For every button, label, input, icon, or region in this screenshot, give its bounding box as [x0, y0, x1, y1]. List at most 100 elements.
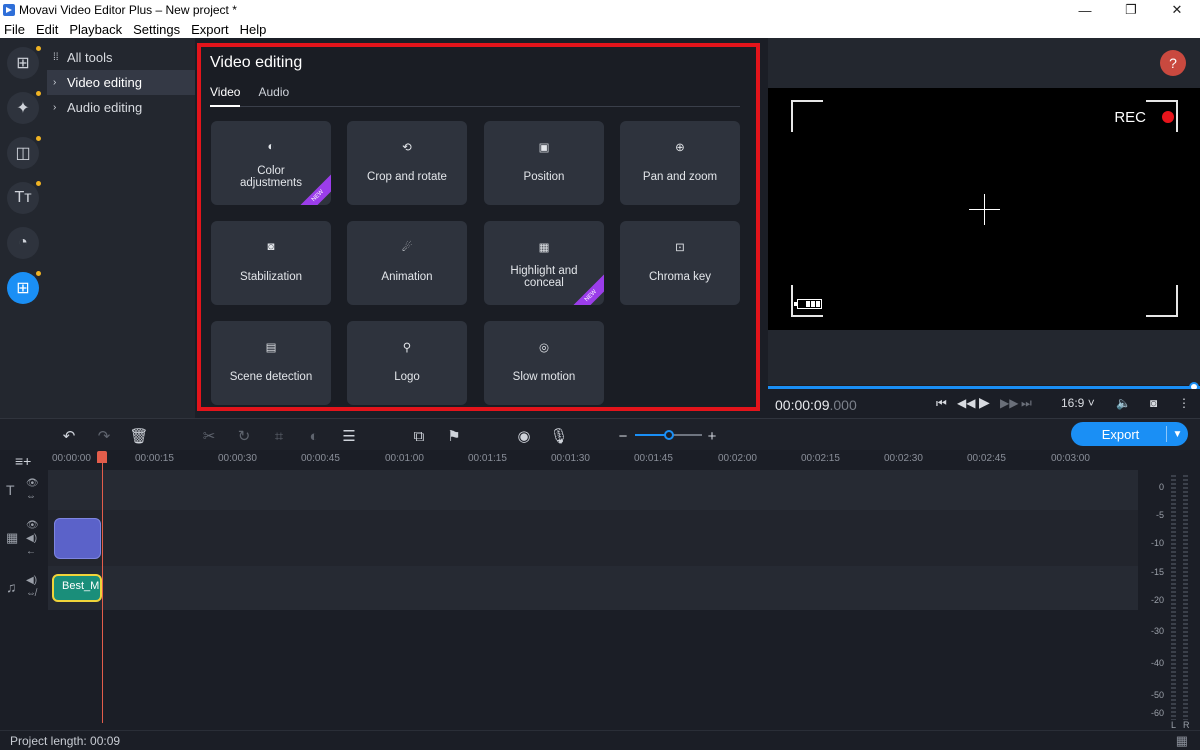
webcam-icon[interactable]: ◉ — [515, 427, 533, 445]
tile-logo[interactable]: ⚲ Logo — [347, 321, 467, 405]
clip-properties-icon[interactable]: ☰ — [340, 427, 358, 445]
close-button[interactable]: ✕ — [1154, 0, 1200, 20]
rail-filters-button[interactable]: ✦ — [7, 91, 41, 124]
zoom-out-button[interactable]: − — [614, 427, 632, 445]
go-to-start-icon[interactable]: ⏮ — [936, 396, 947, 411]
empty-timeline-area[interactable] — [48, 610, 1138, 730]
maximize-button[interactable]: ❐ — [1108, 0, 1154, 20]
meter-level: -15 — [1150, 567, 1164, 577]
marker-flag-icon[interactable]: ⚑ — [445, 427, 463, 445]
rec-dot-icon — [1162, 111, 1174, 123]
cut-icon[interactable]: ✂ — [200, 427, 218, 445]
viewfinder-corner — [791, 100, 823, 132]
chevron-down-icon[interactable]: ▼ — [1166, 426, 1188, 442]
video-track-header: ▦ 👁 ◀) ← — [0, 510, 48, 566]
minimize-button[interactable]: — — [1062, 0, 1108, 20]
category-audio-editing[interactable]: › Audio editing — [47, 95, 195, 120]
tile-position[interactable]: ▣ Position — [484, 121, 604, 205]
tile-chroma-key[interactable]: ⊡ Chroma key — [620, 221, 740, 305]
meter-level: -40 — [1150, 658, 1164, 668]
crop-icon[interactable]: ⌗ — [270, 427, 288, 445]
category-label: Audio editing — [67, 100, 143, 115]
rotate-icon[interactable]: ↻ — [235, 427, 253, 445]
project-length: Project length: 00:09 — [10, 733, 121, 748]
preview-header: ? — [768, 38, 1200, 88]
tile-crop-rotate[interactable]: ⟲ Crop and rotate — [347, 121, 467, 205]
rail-titles-button[interactable]: Tт — [7, 181, 41, 214]
meter-right-bar — [1183, 475, 1188, 720]
rail-import-button[interactable]: ⊞ — [7, 46, 41, 79]
arrow-left-icon[interactable]: ← — [26, 546, 36, 557]
unlink-icon[interactable]: ⇎ — [26, 588, 36, 599]
video-clip[interactable] — [54, 518, 101, 559]
tile-stabilization[interactable]: ◙ Stabilization — [211, 221, 331, 305]
color-adjust-icon[interactable]: ◐ — [305, 427, 323, 445]
ruler-tick-label: 00:02:00 — [718, 453, 757, 464]
rail-stickers-button[interactable]: ◔ — [7, 227, 39, 259]
aspect-ratio-dropdown[interactable]: 16:9 ˅ — [1061, 396, 1095, 410]
add-track-icon[interactable]: ≡+ — [15, 453, 31, 469]
title-track[interactable] — [48, 470, 1138, 510]
menu-playback[interactable]: Playback — [69, 22, 122, 37]
ruler-tick-label: 00:02:30 — [884, 453, 923, 464]
category-all-tools[interactable]: ⁞⁞ All tools — [47, 45, 195, 70]
ruler-tick-label: 00:00:45 — [301, 453, 340, 464]
playhead-handle[interactable] — [97, 451, 107, 463]
export-button[interactable]: Export ▼ — [1071, 422, 1188, 446]
meter-level: -30 — [1150, 626, 1164, 636]
undo-icon[interactable]: ↶ — [60, 427, 78, 445]
volume-icon[interactable]: ◀) — [26, 575, 37, 586]
menu-export[interactable]: Export — [191, 22, 229, 37]
ruler-tick-label: 00:02:45 — [967, 453, 1006, 464]
ruler-tick-label: 00:02:15 — [801, 453, 840, 464]
tile-highlight-conceal[interactable]: ▦ Highlight and conceal NEW — [484, 221, 604, 305]
microphone-icon[interactable]: 🎙 — [549, 427, 568, 445]
tile-scene-detection[interactable]: ▤ Scene detection — [211, 321, 331, 405]
audio-clip[interactable]: Best_M — [52, 574, 102, 602]
video-track-icon: ▦ — [6, 530, 19, 545]
volume-icon[interactable]: ◀) — [26, 533, 37, 544]
menu-file[interactable]: File — [4, 22, 25, 37]
menu-help[interactable]: Help — [240, 22, 267, 37]
overlay-icon[interactable]: ⧉ — [410, 427, 428, 445]
delete-icon[interactable]: 🗑 — [129, 427, 148, 445]
tile-label: Slow motion — [512, 371, 576, 383]
timeline-ruler[interactable]: 00:00:00 00:00:15 00:00:30 00:00:45 00:0… — [48, 450, 1138, 470]
notification-dot — [36, 91, 41, 96]
title-bar: Movavi Video Editor Plus – New project *… — [0, 0, 1200, 20]
menu-edit[interactable]: Edit — [36, 22, 58, 37]
tile-pan-zoom[interactable]: ⊕ Pan and zoom — [620, 121, 740, 205]
tab-audio[interactable]: Audio — [258, 85, 289, 107]
go-to-end-icon[interactable]: ⏭ — [1021, 396, 1032, 411]
more-options-icon[interactable]: ⋮ — [1178, 396, 1190, 410]
tab-video[interactable]: Video — [210, 85, 241, 107]
link-icon[interactable]: ⇔ — [26, 491, 36, 502]
menu-settings[interactable]: Settings — [133, 22, 180, 37]
ruler-tick-label: 00:00:30 — [218, 453, 257, 464]
audio-track[interactable] — [48, 566, 1138, 610]
zoom-slider-handle[interactable] — [664, 430, 674, 440]
volume-icon[interactable]: 🔈 — [1116, 396, 1131, 410]
snapshot-icon[interactable]: ◙ — [1150, 396, 1157, 410]
tile-animation[interactable]: ☄ Animation — [347, 221, 467, 305]
next-frame-icon[interactable]: ▶▶ — [1000, 396, 1018, 410]
grid-view-icon[interactable]: ▦ — [1176, 733, 1188, 749]
tile-label: Animation — [381, 271, 433, 283]
rail-transitions-button[interactable]: ◫ — [7, 136, 41, 169]
zoom-in-button[interactable]: + — [703, 427, 721, 445]
tile-slow-motion[interactable]: ◎ Slow motion — [484, 321, 604, 405]
category-video-editing[interactable]: › Video editing — [47, 70, 195, 95]
eye-icon[interactable]: 👁 — [26, 520, 39, 531]
tile-color-adjustments[interactable]: ◐ Color adjustments NEW — [211, 121, 331, 205]
previous-frame-icon[interactable]: ◀◀ — [957, 396, 975, 410]
rail-more-tools-button[interactable]: ⊞ — [7, 271, 41, 304]
eye-icon[interactable]: 👁 — [26, 478, 39, 489]
redo-icon[interactable]: ↷ — [95, 427, 113, 445]
grid-icon: ⁞⁞ — [53, 52, 59, 63]
help-button[interactable]: ? — [1160, 50, 1186, 76]
video-track[interactable] — [48, 510, 1138, 566]
meter-level: -10 — [1150, 538, 1164, 548]
ruler-tick-label: 00:01:00 — [385, 453, 424, 464]
current-time-ms: .000 — [829, 397, 857, 413]
play-icon[interactable]: ▶ — [979, 394, 990, 411]
